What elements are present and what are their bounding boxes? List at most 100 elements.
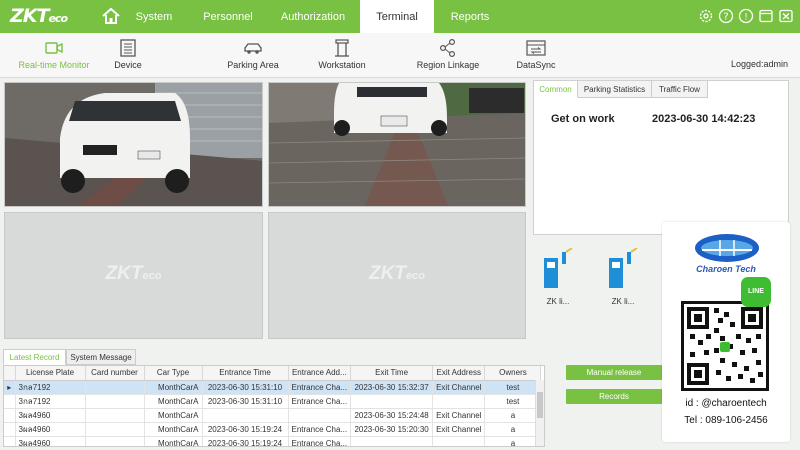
cell-exit-address: Exit Channel bbox=[432, 408, 486, 423]
toolbar-datasync[interactable]: DataSync bbox=[512, 33, 560, 78]
cell-exit-time: 2023-06-30 15:20:30 bbox=[350, 422, 434, 437]
svg-text:?: ? bbox=[723, 12, 728, 23]
device-list-icon bbox=[120, 39, 136, 57]
cell-entrance-address: Entrance Cha... bbox=[288, 380, 352, 395]
cell-exit-time: 2023-06-30 15:32:37 bbox=[350, 380, 434, 395]
column-header[interactable]: License Plate bbox=[15, 366, 86, 381]
help-icon[interactable]: ? bbox=[718, 8, 734, 24]
barrier-gate-icon bbox=[335, 39, 349, 57]
toolbar-realtime-monitor[interactable]: Real-time Monitor bbox=[14, 33, 94, 78]
table-row[interactable]: 3ผล4960 MonthCarA 2023-06-30 15:24:48 Ex… bbox=[4, 408, 542, 423]
camera-feed-1[interactable] bbox=[4, 82, 263, 207]
device-item[interactable]: ZK li... bbox=[603, 247, 643, 306]
toolbar-label: Device bbox=[114, 60, 142, 70]
toolbar-parking-area[interactable]: Parking Area bbox=[222, 33, 284, 78]
cell-plate: 3กล7192 bbox=[15, 380, 86, 395]
cell-exit-time bbox=[350, 394, 434, 409]
row-pointer bbox=[4, 394, 16, 409]
cell-exit-time bbox=[350, 436, 434, 446]
column-header[interactable]: Entrance Add... bbox=[288, 366, 352, 381]
cell-owner: a bbox=[484, 408, 542, 423]
info-icon[interactable]: ! bbox=[738, 8, 754, 24]
cell-owner: a bbox=[484, 436, 542, 446]
share-icon bbox=[439, 38, 456, 58]
lpr-camera-icon bbox=[609, 247, 638, 288]
device-label: ZK li... bbox=[546, 297, 570, 306]
cell-entrance-time: 2023-06-30 15:31:10 bbox=[202, 380, 289, 395]
event-time: 2023-06-30 14:42:23 bbox=[652, 113, 756, 125]
nav-tab-personnel[interactable]: Personnel bbox=[190, 0, 266, 33]
cell-card bbox=[85, 394, 145, 409]
cell-plate: 3กล7192 bbox=[15, 394, 86, 409]
cell-car-type: MonthCarA bbox=[144, 422, 203, 437]
tab-parking-statistics[interactable]: Parking Statistics bbox=[578, 81, 652, 98]
cell-entrance-address: Entrance Cha... bbox=[288, 436, 352, 446]
table-row[interactable]: 3กล7192 MonthCarA 2023-06-30 15:31:10 En… bbox=[4, 394, 542, 409]
column-header[interactable]: Car Type bbox=[144, 366, 203, 381]
cell-card bbox=[85, 422, 145, 437]
cell-entrance-address bbox=[288, 408, 352, 423]
home-icon[interactable] bbox=[100, 5, 122, 27]
nav-tab-reports[interactable]: Reports bbox=[437, 0, 503, 33]
nav-tab-terminal[interactable]: Terminal bbox=[360, 0, 434, 33]
nav-tab-authorization[interactable]: Authorization bbox=[270, 0, 356, 33]
toolbar-label: Workstation bbox=[318, 60, 366, 70]
toolbar-region-linkage[interactable]: Region Linkage bbox=[416, 33, 480, 78]
column-header[interactable]: Exit Time bbox=[350, 366, 434, 381]
gear-icon[interactable] bbox=[698, 8, 714, 24]
cell-exit-address: Exit Channel bbox=[432, 380, 486, 395]
row-pointer bbox=[4, 436, 16, 446]
toolbar-label: DataSync bbox=[516, 60, 556, 70]
scrollbar-thumb[interactable] bbox=[537, 392, 543, 418]
zkteco-logo: ZKTeco bbox=[10, 5, 68, 27]
cell-car-type: MonthCarA bbox=[144, 380, 203, 395]
records-button[interactable]: Records bbox=[566, 389, 662, 404]
qr-code bbox=[681, 301, 769, 391]
top-nav-bar: ZKTeco System Personnel Authorization Te… bbox=[0, 0, 800, 33]
nav-tab-system[interactable]: System bbox=[126, 0, 182, 33]
cell-plate: 3ผล4960 bbox=[15, 408, 86, 423]
cell-exit-address bbox=[432, 436, 486, 446]
cell-exit-time: 2023-06-30 15:24:48 bbox=[350, 408, 434, 423]
column-header[interactable]: Card number bbox=[85, 366, 145, 381]
cell-entrance-address: Entrance Cha... bbox=[288, 394, 352, 409]
table-row[interactable]: ▸ 3กล7192 MonthCarA 2023-06-30 15:31:10 … bbox=[4, 380, 542, 395]
records-table: License Plate Card number Car Type Entra… bbox=[3, 365, 545, 447]
cell-plate: 3ผล4960 bbox=[15, 422, 86, 437]
column-header[interactable]: Entrance Time bbox=[202, 366, 289, 381]
table-row[interactable]: 3ผล4960 MonthCarA 2023-06-30 15:19:24 En… bbox=[4, 436, 542, 446]
toolbar-workstation[interactable]: Workstation bbox=[314, 33, 370, 78]
toolbar-label: Region Linkage bbox=[416, 60, 480, 70]
camera-feed-4[interactable]: ZKTeco bbox=[268, 212, 526, 339]
camera-feed-2[interactable] bbox=[268, 82, 526, 207]
toolbar-label: Parking Area bbox=[227, 60, 279, 70]
device-item[interactable]: ZK li... bbox=[538, 247, 578, 306]
column-header[interactable]: Owners bbox=[484, 366, 542, 381]
cell-plate: 3ผล4960 bbox=[15, 436, 86, 446]
camera-feed-3[interactable]: ZKTeco bbox=[4, 212, 263, 339]
cell-car-type: MonthCarA bbox=[144, 394, 203, 409]
cell-entrance-time: 2023-06-30 15:19:24 bbox=[202, 436, 289, 446]
zkteco-watermark: ZKTeco bbox=[369, 263, 425, 284]
manual-release-button[interactable]: Manual release bbox=[566, 365, 662, 380]
toolbar-device[interactable]: Device bbox=[104, 33, 152, 78]
line-app-icon: LINE bbox=[741, 277, 771, 307]
cell-owner: test bbox=[484, 394, 542, 409]
table-scrollbar[interactable] bbox=[535, 380, 544, 446]
video-camera-icon bbox=[45, 42, 63, 54]
svg-text:!: ! bbox=[744, 13, 748, 23]
close-icon[interactable] bbox=[778, 8, 794, 24]
car-icon bbox=[244, 43, 262, 54]
table-header-row: License Plate Card number Car Type Entra… bbox=[4, 366, 542, 381]
tab-traffic-flow[interactable]: Traffic Flow bbox=[652, 81, 708, 98]
toolbar-label: Real-time Monitor bbox=[18, 60, 90, 70]
table-row[interactable]: 3ผล4960 MonthCarA 2023-06-30 15:19:24 En… bbox=[4, 422, 542, 437]
tab-system-message[interactable]: System Message bbox=[66, 349, 136, 365]
maximize-icon[interactable] bbox=[758, 8, 774, 24]
camera-scene-image bbox=[5, 83, 262, 206]
cell-entrance-address: Entrance Cha... bbox=[288, 422, 352, 437]
tab-latest-record[interactable]: Latest Record bbox=[3, 349, 66, 365]
column-header[interactable]: Exit Address bbox=[432, 366, 486, 381]
cell-car-type: MonthCarA bbox=[144, 408, 203, 423]
tab-common[interactable]: Common bbox=[534, 81, 578, 98]
